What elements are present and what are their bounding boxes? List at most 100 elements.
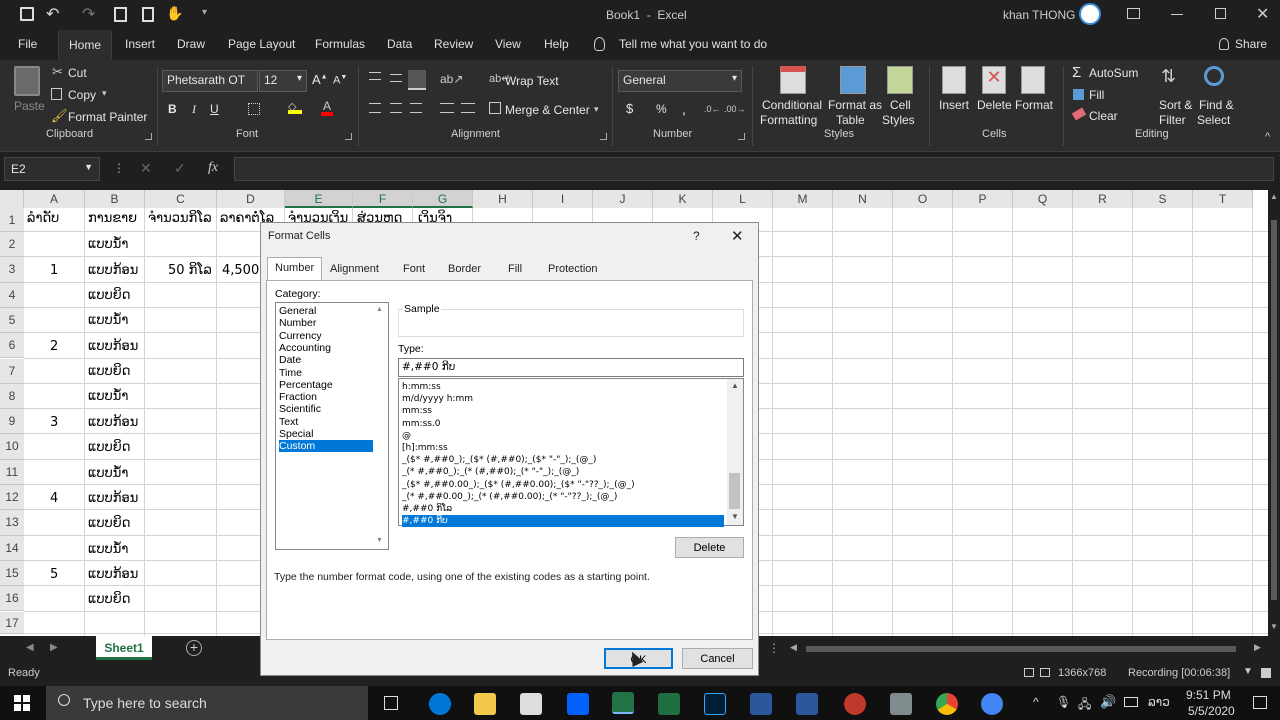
store-icon[interactable] [520,693,542,715]
share-button[interactable]: Share [1235,37,1267,51]
more-options-icon[interactable]: ⋮ [113,161,125,175]
cell-b8[interactable]: ແບບນ້ຳ [88,389,128,404]
cell-a1[interactable]: ລຳດັບ [27,211,59,226]
row-header-16[interactable]: 16 [0,586,24,612]
cell-a9[interactable]: 3 [50,415,58,430]
app-icon[interactable] [844,693,866,715]
word-alt-icon[interactable] [796,693,818,715]
page-layout-view-icon[interactable] [1040,668,1050,677]
undo-icon[interactable]: ↶ [46,4,59,24]
format-code-item[interactable]: _($* #,##0.00_);_($* (#,##0.00);_($* "-"… [402,479,635,491]
stop-recording-icon[interactable] [1261,668,1271,678]
column-header-r[interactable]: R [1073,190,1133,208]
add-sheet-icon[interactable]: + [186,640,202,656]
column-header-q[interactable]: Q [1013,190,1073,208]
dialog-close-icon[interactable]: ✕ [731,227,744,245]
sort-filter-line2[interactable]: Filter [1159,113,1186,127]
align-top-icon[interactable] [369,72,381,80]
cell-a12[interactable]: 4 [50,491,58,506]
dialog-tab-protection[interactable]: Protection [541,259,605,279]
dialog-launcher-icon[interactable] [345,133,352,140]
column-header-h[interactable]: H [473,190,533,208]
align-left-icon[interactable] [369,103,381,113]
column-header-l[interactable]: L [713,190,773,208]
row-header-10[interactable]: 10 [0,434,24,460]
orientation-icon[interactable]: ab↗ [440,72,463,86]
borders-icon[interactable] [248,103,260,115]
fill-color-icon[interactable]: ◇ [288,100,302,114]
merge-dropdown-icon[interactable]: ▾ [594,104,599,115]
decrease-decimal-icon[interactable]: .00→ [724,104,746,114]
row-header-11[interactable]: 11 [0,459,24,485]
row-header-14[interactable]: 14 [0,535,24,561]
close-icon[interactable]: ✕ [1256,4,1269,24]
format-code-item[interactable]: @ [402,430,411,442]
file-explorer-icon[interactable] [474,693,496,715]
recording-dropdown-icon[interactable]: ▼ [1243,666,1253,677]
dialog-launcher-icon[interactable] [600,133,607,140]
find-select-line2[interactable]: Select [1197,113,1230,127]
cell-b5[interactable]: ແບບນ້ຳ [88,313,128,328]
column-header-b[interactable]: B [85,190,145,208]
sheet-tab-sheet1[interactable]: Sheet1 [96,636,152,660]
vertical-scrollbar[interactable]: ▲ ▼ [1268,190,1280,636]
column-header-n[interactable]: N [833,190,893,208]
row-header-2[interactable]: 2 [0,232,24,258]
next-sheet-icon[interactable]: ▶ [50,642,58,653]
row-header-7[interactable]: 7 [0,358,24,384]
new-file-icon[interactable] [142,7,154,22]
category-item[interactable]: Percentage [279,379,373,391]
format-code-item[interactable]: [h]:mm:ss [402,442,448,454]
format-code-item[interactable]: #,##0 ກີບ [402,515,724,528]
format-code-item[interactable]: _(* #,##0_);_(* (#,##0);_(* "-"_);_(@_) [402,466,579,478]
sort-filter-line1[interactable]: Sort & [1159,98,1192,112]
row-header-12[interactable]: 12 [0,485,24,511]
input-language[interactable]: ລາວ [1148,695,1170,709]
minimize-icon[interactable] [1171,14,1183,15]
tell-me-search[interactable]: Tell me what you want to do [619,37,767,51]
windows-start-icon[interactable] [14,695,30,711]
cell-a15[interactable]: 5 [50,567,58,582]
row-header-17[interactable]: 17 [0,611,24,634]
category-item[interactable]: Scientific [279,403,373,415]
cell-b4[interactable]: ແບບຍິດ [88,288,130,303]
category-item[interactable]: Time [279,367,373,379]
dialog-tab-fill[interactable]: Fill [501,259,529,279]
row-header-9[interactable]: 9 [0,409,24,435]
paste-icon[interactable] [14,66,40,96]
cell-b2[interactable]: ແບບນ້ຳ [88,237,128,252]
decrease-font-icon[interactable]: A▼ [333,74,347,87]
row-header-13[interactable]: 13 [0,510,24,536]
ribbon-display-icon[interactable] [1127,8,1140,19]
avatar[interactable] [1079,3,1101,25]
cell-b14[interactable]: ແບບນ້ຳ [88,542,128,557]
decrease-indent-icon[interactable] [440,103,454,113]
column-header-f[interactable]: F [353,190,413,208]
select-all-corner[interactable] [0,190,24,208]
delete-cells-button[interactable]: Delete [977,98,1012,112]
category-item[interactable]: Date [279,354,373,366]
align-middle-icon[interactable] [390,74,402,82]
row-header-15[interactable]: 15 [0,560,24,587]
increase-decimal-icon[interactable]: .0← [704,104,721,114]
normal-view-icon[interactable] [1024,668,1034,677]
format-as-table-line1[interactable]: Format as [828,98,882,112]
print-preview-icon[interactable] [114,7,127,22]
column-header-s[interactable]: S [1133,190,1193,208]
delete-format-button[interactable]: Delete [675,537,744,558]
row-header-3[interactable]: 3 [0,257,24,283]
category-item[interactable]: Text [279,416,373,428]
copy-button[interactable]: Copy [68,88,96,102]
category-item[interactable]: General [279,305,373,317]
type-input[interactable]: #,##0 ກີບ [398,358,744,377]
redo-icon[interactable]: ↷ [82,4,95,24]
save-icon[interactable] [20,7,34,21]
clear-button[interactable]: Clear [1089,109,1118,123]
format-code-item[interactable]: h:mm:ss [402,381,441,393]
word-icon[interactable] [750,693,772,715]
format-code-item[interactable]: m/d/yyyy h:mm [402,393,473,405]
align-right-icon[interactable] [410,103,422,113]
volume-icon[interactable]: 🔊 [1100,694,1116,710]
category-item[interactable]: Currency [279,330,373,342]
category-item[interactable]: Custom [279,440,373,453]
